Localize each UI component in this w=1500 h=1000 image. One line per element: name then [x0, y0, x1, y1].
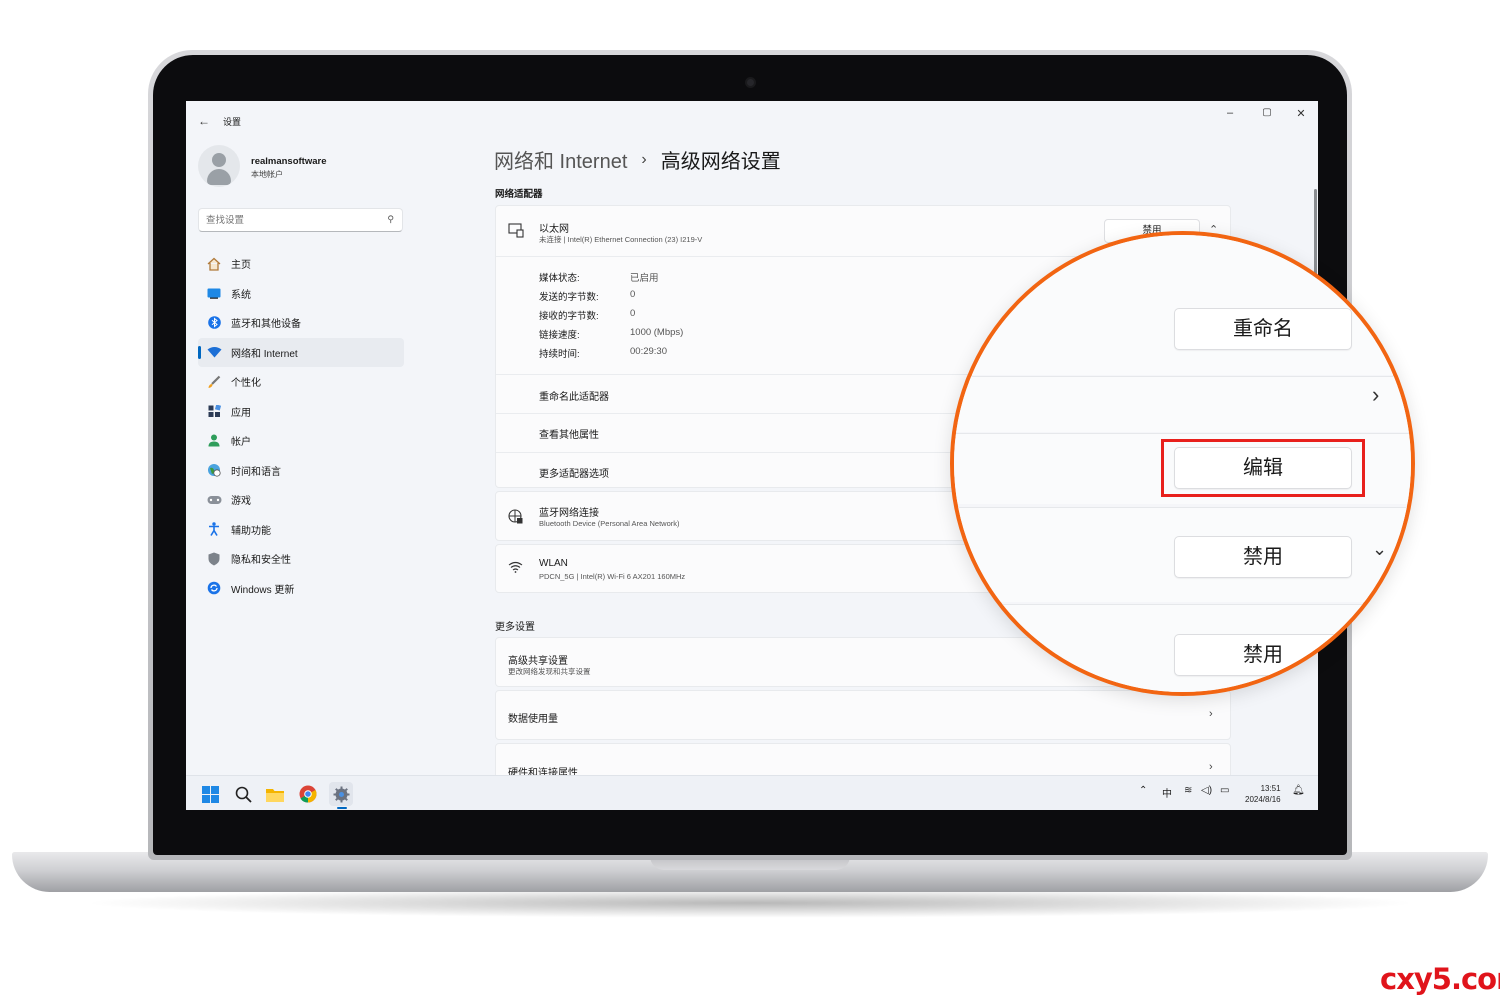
ethernet-icon [508, 222, 524, 241]
laptop-shadow [80, 888, 1420, 918]
globe-clock-icon [206, 462, 222, 478]
sidebar-item-system[interactable]: 系统 [198, 279, 404, 309]
sidebar-item-windows-update[interactable]: Windows 更新 [198, 574, 404, 604]
start-windows-icon[interactable] [198, 782, 222, 806]
battery-icon[interactable]: ▭ [1220, 785, 1229, 796]
prop-value: 1000 (Mbps) [630, 327, 684, 338]
photo-stage: ← 设置 – ▢ ✕ realmansoftware 本地帐户 ⚲ 主页 系统 … [0, 0, 1500, 1000]
sidebar-item-time-language[interactable]: 时间和语言 [198, 456, 404, 486]
clock-date: 2024/8/16 [1245, 795, 1281, 804]
taskbar: ⌃ 中 ≋ ◁) ▭ 13:51 2024/8/16 🔔︎ [186, 775, 1318, 810]
sidebar-item-accounts[interactable]: 帐户 [198, 426, 404, 456]
maximize-button[interactable]: ▢ [1255, 107, 1279, 118]
avatar [198, 145, 240, 187]
advanced-sharing-sub: 更改网络发现和共享设置 [508, 667, 591, 676]
sidebar-item-gaming[interactable]: 游戏 [198, 485, 404, 515]
chevron-right-icon: › [1209, 761, 1213, 773]
account-icon [206, 433, 222, 449]
system-icon [206, 285, 222, 301]
sidebar-item-home[interactable]: 主页 [198, 249, 404, 279]
back-arrow-icon[interactable]: ← [198, 114, 210, 128]
chevron-down-icon[interactable]: ⌄ [1372, 539, 1387, 560]
sidebar-item-apps[interactable]: 应用 [198, 397, 404, 427]
volume-icon[interactable]: ◁) [1201, 785, 1212, 796]
sidebar-item-bluetooth[interactable]: 蓝牙和其他设备 [198, 308, 404, 338]
section-heading-adapters: 网络适配器 [495, 189, 543, 200]
search-box[interactable]: ⚲ [198, 208, 403, 232]
sidebar-item-network[interactable]: 网络和 Internet [198, 337, 404, 367]
show-hidden-icons-chevron-icon[interactable]: ⌃ [1139, 785, 1147, 796]
data-usage-card[interactable]: 数据使用量 › [495, 690, 1231, 740]
apps-icon [206, 403, 222, 419]
sidebar-nav: 主页 系统 蓝牙和其他设备 网络和 Internet 个性化 应用 帐户 时间和… [198, 249, 404, 603]
minimize-button[interactable]: – [1218, 107, 1242, 119]
breadcrumb: 网络和 Internet › 高级网络设置 [494, 145, 781, 174]
app-title: 设置 [223, 117, 242, 127]
chevron-right-icon: › [1209, 708, 1213, 720]
home-icon [206, 256, 222, 272]
breadcrumb-separator: › [641, 150, 647, 168]
prop-value: 00:29:30 [630, 346, 667, 357]
wifi-tray-icon[interactable]: ≋ [1184, 785, 1192, 796]
profile-name: realmansoftware [251, 156, 327, 167]
accessibility-icon [206, 521, 222, 537]
bluetooth-network-name: 蓝牙网络连接 [539, 508, 599, 519]
wifi-icon [206, 344, 222, 360]
prop-key: 持续时间: [539, 349, 580, 360]
prop-key: 媒体状态: [539, 273, 580, 284]
bluetooth-network-detail: Bluetooth Device (Personal Area Network) [539, 519, 680, 528]
rename-button[interactable]: 重命名 [1174, 308, 1352, 350]
bluetooth-icon [206, 315, 222, 331]
active-app-indicator [337, 807, 347, 809]
profile-type: 本地帐户 [251, 170, 283, 179]
globe-network-icon [508, 509, 523, 527]
disable-button[interactable]: 禁用 [1174, 634, 1352, 676]
prop-value: 已启用 [630, 273, 659, 284]
webcam [745, 77, 756, 88]
wlan-name: WLAN [539, 558, 568, 569]
prop-key: 接收的字节数: [539, 311, 599, 322]
user-profile[interactable]: realmansoftware 本地帐户 [198, 145, 398, 189]
data-usage-title: 数据使用量 [508, 714, 558, 725]
search-input[interactable] [199, 209, 369, 231]
brush-icon [206, 374, 222, 390]
update-icon [206, 580, 222, 596]
clock[interactable]: 13:51 2024/8/16 [1245, 783, 1281, 805]
ethernet-name: 以太网 [539, 224, 569, 235]
file-explorer-icon[interactable] [263, 782, 287, 806]
section-heading-more: 更多设置 [495, 622, 535, 633]
breadcrumb-parent[interactable]: 网络和 Internet [494, 145, 627, 174]
clock-time: 13:51 [1260, 784, 1281, 793]
ime-indicator[interactable]: 中 [1162, 785, 1172, 800]
disable-button[interactable]: 禁用 [1174, 536, 1352, 578]
sidebar-item-accessibility[interactable]: 辅助功能 [198, 515, 404, 545]
chrome-icon[interactable] [296, 782, 320, 806]
gamepad-icon [206, 492, 222, 508]
highlight-box [1161, 439, 1365, 497]
prop-value: 0 [630, 289, 636, 300]
search-icon[interactable]: ⚲ [387, 214, 394, 225]
wlan-detail: PDCN_5G | Intel(R) Wi-Fi 6 AX201 160MHz [539, 572, 686, 581]
watermark: cxy5.com [1380, 962, 1500, 996]
wifi-icon [508, 561, 523, 576]
notification-bell-icon[interactable]: 🔔︎ [1292, 785, 1305, 796]
chevron-right-icon[interactable]: › [1372, 382, 1379, 408]
close-button[interactable]: ✕ [1289, 107, 1313, 120]
advanced-sharing-title: 高级共享设置 [508, 656, 568, 667]
sidebar-item-privacy[interactable]: 隐私和安全性 [198, 544, 404, 574]
prop-key: 发送的字节数: [539, 292, 599, 303]
settings-gear-icon[interactable] [329, 782, 353, 806]
title-bar: ← 设置 – ▢ ✕ [186, 101, 1318, 139]
page-title: 高级网络设置 [660, 151, 781, 173]
search-icon[interactable] [231, 782, 255, 806]
ethernet-detail: 未连接 | Intel(R) Ethernet Connection (23) … [539, 235, 703, 244]
prop-value: 0 [630, 308, 636, 319]
magnifier-callout: 重命名 › 编辑 禁用 ⌄ 禁用 [950, 231, 1415, 696]
sidebar-item-personalization[interactable]: 个性化 [198, 367, 404, 397]
prop-key: 链接速度: [539, 330, 580, 341]
shield-icon [206, 551, 222, 567]
